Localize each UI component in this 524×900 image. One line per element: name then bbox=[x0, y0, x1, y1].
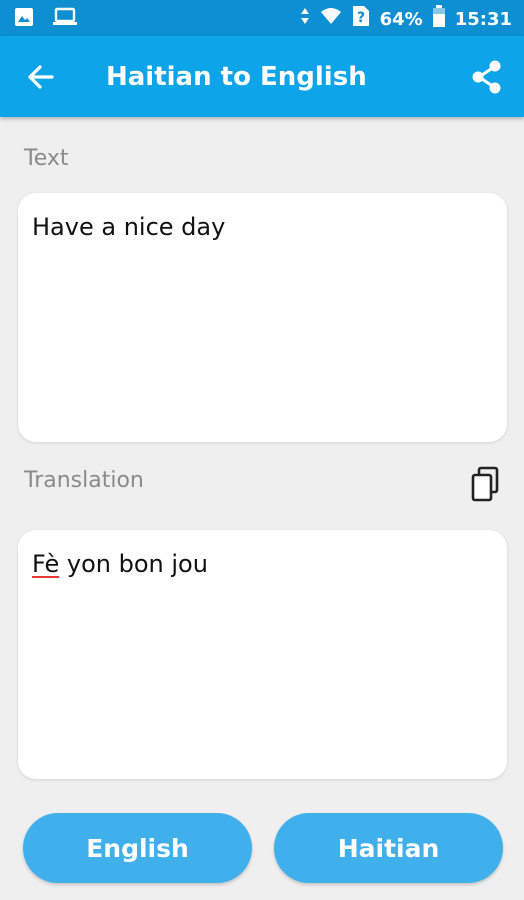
source-text-input[interactable]: Have a nice day bbox=[18, 193, 507, 442]
english-button[interactable]: English bbox=[23, 813, 252, 883]
haitian-button[interactable]: Haitian bbox=[274, 813, 503, 883]
copy-button[interactable] bbox=[470, 466, 500, 502]
page-title: Haitian to English bbox=[106, 62, 367, 92]
source-text: Have a nice day bbox=[32, 213, 226, 241]
battery-percent: 64% bbox=[379, 9, 423, 30]
share-button[interactable] bbox=[468, 58, 506, 96]
app-bar: Haitian to English bbox=[0, 36, 524, 117]
back-button[interactable] bbox=[22, 58, 60, 96]
misspelled-word: Fè bbox=[32, 550, 60, 578]
laptop-icon bbox=[52, 7, 78, 31]
arrow-back-icon bbox=[28, 65, 54, 89]
copy-icon bbox=[471, 466, 499, 502]
data-arrows-icon bbox=[300, 6, 310, 34]
battery-icon bbox=[432, 5, 445, 35]
translated-text: Fè yon bon jou bbox=[32, 548, 208, 580]
text-label: Text bbox=[24, 146, 69, 171]
status-bar: ? 64% 15:31 bbox=[0, 0, 524, 36]
svg-text:?: ? bbox=[357, 10, 365, 26]
wifi-icon bbox=[320, 6, 342, 34]
image-icon bbox=[14, 7, 34, 31]
translation-output[interactable]: Fè yon bon jou bbox=[18, 530, 507, 779]
translation-label: Translation bbox=[24, 468, 144, 493]
clock-time: 15:31 bbox=[454, 9, 512, 30]
no-sim-icon: ? bbox=[352, 5, 370, 35]
share-icon bbox=[472, 60, 501, 94]
translated-text-rest: yon bon jou bbox=[59, 550, 208, 578]
